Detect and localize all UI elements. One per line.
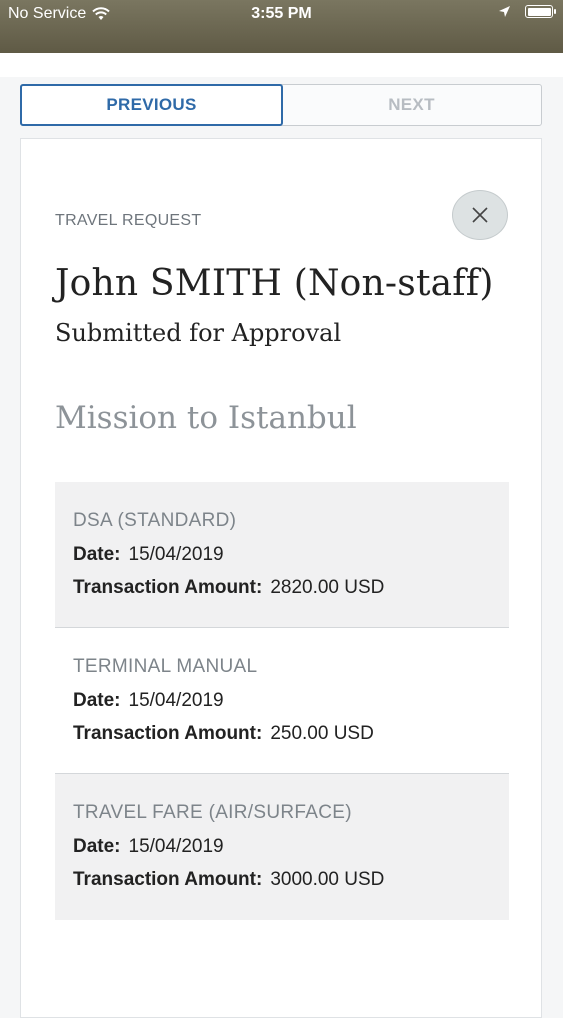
date-value: 15/04/2019 xyxy=(128,544,224,565)
expense-item[interactable]: DSA (STANDARD) Date: 15/04/2019 Transacti… xyxy=(55,482,509,628)
amount-label: Transaction Amount: xyxy=(73,869,263,890)
header-spacer xyxy=(0,53,563,77)
date-row: Date: 15/04/2019 xyxy=(73,836,509,869)
expense-title: TRAVEL FARE (AIR/SURFACE) xyxy=(73,802,352,823)
expense-title: TERMINAL MANUAL xyxy=(73,656,258,677)
date-label: Date: xyxy=(73,690,121,711)
expense-title: DSA (STANDARD) xyxy=(73,510,237,531)
date-value: 15/04/2019 xyxy=(128,836,224,857)
date-label: Date: xyxy=(73,544,121,565)
date-value: 15/04/2019 xyxy=(128,690,224,711)
date-label: Date: xyxy=(73,836,121,857)
status-right xyxy=(498,5,556,18)
amount-row: Transaction Amount: 250.00 USD xyxy=(73,723,509,756)
battery-icon xyxy=(525,5,556,18)
status-bar: No Service 3:55 PM xyxy=(0,0,563,53)
close-icon xyxy=(472,207,488,223)
mission-title: Mission to Istanbul xyxy=(55,400,357,436)
request-type-label: TRAVEL REQUEST xyxy=(55,212,202,229)
request-status: Submitted for Approval xyxy=(55,319,342,347)
next-button[interactable]: NEXT xyxy=(282,85,541,125)
expense-list: DSA (STANDARD) Date: 15/04/2019 Transacti… xyxy=(55,482,509,920)
expense-item[interactable]: TERMINAL MANUAL Date: 15/04/2019 Transact… xyxy=(55,628,509,774)
amount-value: 250.00 USD xyxy=(270,723,374,744)
close-button[interactable] xyxy=(452,190,508,240)
amount-value: 3000.00 USD xyxy=(270,869,385,890)
amount-value: 2820.00 USD xyxy=(270,577,385,598)
date-row: Date: 15/04/2019 xyxy=(73,544,509,577)
date-row: Date: 15/04/2019 xyxy=(73,690,509,723)
pager-nav: PREVIOUS NEXT xyxy=(20,84,542,126)
location-arrow-icon xyxy=(499,6,510,17)
amount-label: Transaction Amount: xyxy=(73,723,263,744)
travel-request-card: TRAVEL REQUEST John SMITH (Non-staff) Su… xyxy=(20,138,542,1018)
status-time: 3:55 PM xyxy=(251,5,312,22)
amount-row: Transaction Amount: 2820.00 USD xyxy=(73,577,509,610)
previous-button[interactable]: PREVIOUS xyxy=(20,84,283,126)
traveler-name: John SMITH (Non-staff) xyxy=(55,263,494,304)
amount-label: Transaction Amount: xyxy=(73,577,263,598)
amount-row: Transaction Amount: 3000.00 USD xyxy=(73,869,509,902)
expense-item[interactable]: TRAVEL FARE (AIR/SURFACE) Date: 15/04/201… xyxy=(55,774,509,920)
